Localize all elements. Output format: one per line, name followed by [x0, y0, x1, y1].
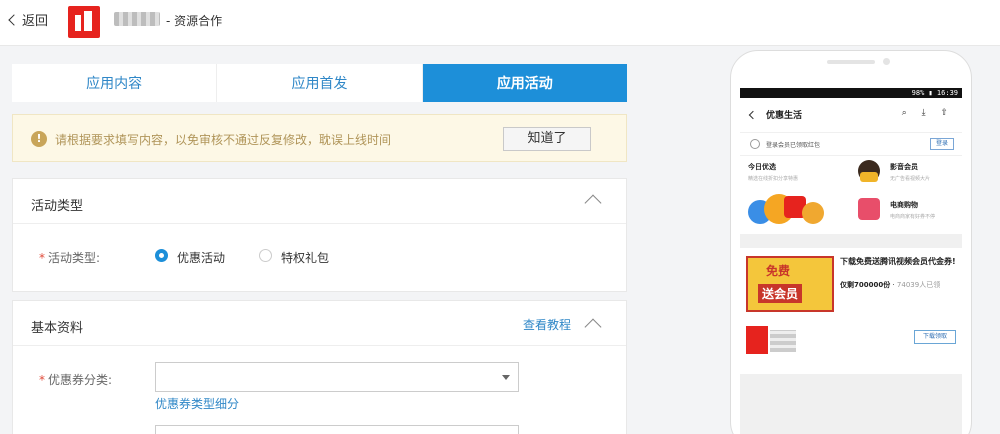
- radio-discount-activity[interactable]: [155, 249, 168, 262]
- radio-label-privilege: 特权礼包: [281, 251, 330, 265]
- panel-title: 活动类型: [31, 199, 84, 214]
- phone-card-sub: 电商商家有好券不停: [890, 214, 936, 220]
- panel-title: 基本资料: [31, 321, 84, 336]
- info-icon: !: [31, 131, 47, 147]
- back-arrow-icon: [748, 110, 758, 120]
- got-it-button[interactable]: 知道了: [503, 127, 591, 151]
- phone-card-title: 电商购物: [890, 201, 918, 209]
- coupon-type-detail-link[interactable]: 优惠券类型细分: [155, 395, 239, 412]
- phone-card-sub: 无广告看视频大片: [890, 176, 931, 182]
- radio-label-discount: 优惠活动: [177, 251, 226, 265]
- view-tutorial-link[interactable]: 查看教程: [523, 316, 571, 333]
- app-name-blurred: [114, 12, 160, 26]
- phone-login-button: 登录: [930, 138, 954, 150]
- collapse-icon[interactable]: [584, 318, 602, 336]
- promo-title: 下载免费送腾讯视频会员代金券!: [840, 257, 956, 266]
- vip-badge-icon: [860, 172, 878, 182]
- dropdown-arrow-icon: [502, 375, 510, 380]
- phone-card-sub: 精选在线折扣分享特惠: [748, 176, 799, 182]
- basic-info-panel: 基本资料 查看教程 * 优惠券分类: 优惠券类型细分: [12, 300, 627, 434]
- gift-app-logo: [746, 326, 768, 354]
- phone-toolbar-icons: ⌕ ⤓ ⇧: [901, 108, 954, 118]
- radio-privilege-gift[interactable]: [259, 249, 272, 262]
- back-label: 返回: [22, 14, 49, 29]
- phone-page-title: 优惠生活: [766, 111, 803, 121]
- top-bar: 返回 - 资源合作: [0, 0, 1000, 46]
- promo-stats: 仅剩700000份 · 74039人已领: [840, 281, 941, 289]
- second-field-input[interactable]: [155, 425, 519, 434]
- chevron-left-icon: [8, 13, 20, 26]
- collapse-icon[interactable]: [584, 194, 602, 212]
- phone-speaker: [827, 60, 875, 64]
- phone-card-title: 影音会员: [890, 163, 918, 171]
- phone-login-text: 登录会员已领取红包: [766, 142, 821, 149]
- tab-app-activity[interactable]: 应用活动: [422, 64, 627, 102]
- promo-image: 免费 送会员: [746, 256, 834, 312]
- tab-bar: 应用内容 应用首发 应用活动: [12, 64, 627, 102]
- phone-card-title: 今日优选: [748, 163, 776, 171]
- tab-app-launch[interactable]: 应用首发: [217, 64, 423, 102]
- notice-banner: ! 请根据要求填写内容，以免审核不通过反复修改，耽误上线时间 知道了: [12, 114, 627, 162]
- activity-type-label: * 活动类型:: [39, 251, 101, 265]
- gift-name-blurred: [770, 330, 796, 352]
- phone-login-row: 登录会员已领取红包 登录: [740, 132, 962, 156]
- phone-status-bar: 98% ▮ 16:39: [740, 88, 962, 98]
- avatar-icon: [750, 139, 760, 149]
- phone-bottom-placeholder: [740, 374, 962, 434]
- shopping-cart-icon: [858, 198, 880, 220]
- tab-app-content[interactable]: 应用内容: [12, 64, 218, 102]
- coin-icon: [802, 202, 824, 224]
- section-gap: [740, 234, 962, 248]
- coupon-category-label: * 优惠券分类:: [39, 373, 113, 387]
- phone-screen: 98% ▮ 16:39 优惠生活 ⌕ ⤓ ⇧ 登录会员已领取红包 登录 今日优选…: [740, 88, 962, 434]
- activity-type-panel: 活动类型 * 活动类型: 优惠活动 特权礼包: [12, 178, 627, 292]
- breadcrumb: - 资源合作: [166, 14, 223, 28]
- app-logo: [68, 6, 100, 38]
- coupon-category-select[interactable]: [155, 362, 519, 392]
- download-claim-button: 下载领取: [914, 330, 956, 344]
- phone-camera: [883, 58, 890, 65]
- back-button[interactable]: 返回: [8, 10, 49, 29]
- notice-text: 请根据要求填写内容，以免审核不通过反复修改，耽误上线时间: [55, 133, 392, 147]
